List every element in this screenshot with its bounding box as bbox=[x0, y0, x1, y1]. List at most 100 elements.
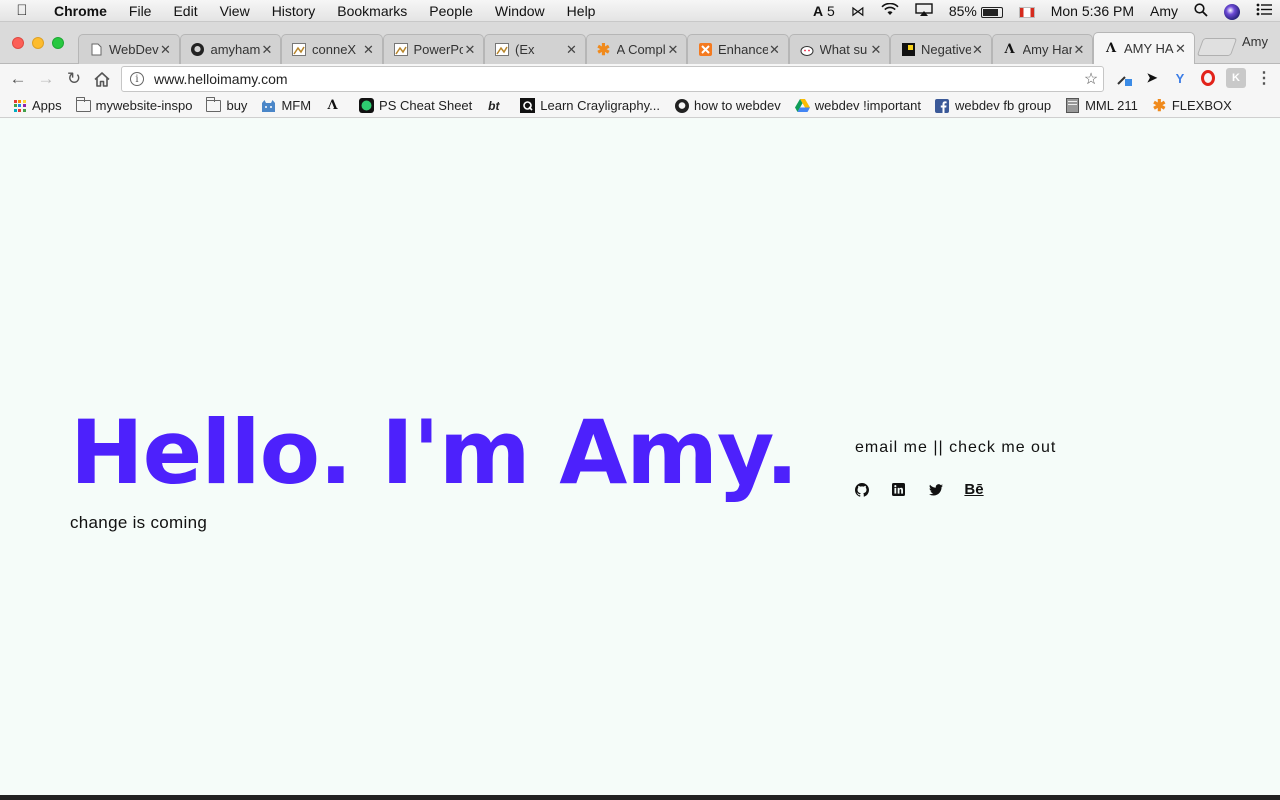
menu-bookmarks[interactable]: Bookmarks bbox=[326, 3, 418, 19]
tab[interactable]: amyham ✕ bbox=[179, 34, 281, 64]
tab[interactable]: WebDev ✕ bbox=[78, 34, 180, 64]
tab[interactable]: conneX ✕ bbox=[281, 34, 383, 64]
menu-app-name[interactable]: Chrome bbox=[44, 3, 118, 19]
window-bottom-edge bbox=[0, 795, 1280, 800]
tab[interactable]: Enhance ✕ bbox=[687, 34, 789, 64]
battery-status[interactable]: 85% bbox=[941, 3, 1011, 19]
opera-extension-icon[interactable] bbox=[1198, 68, 1218, 88]
home-icon[interactable] bbox=[88, 66, 116, 92]
bookmark-star-icon[interactable]: ☆ bbox=[1079, 69, 1103, 89]
k-extension-icon[interactable]: K bbox=[1226, 68, 1246, 88]
tab-close-icon[interactable]: ✕ bbox=[869, 42, 883, 58]
bookmark-item[interactable]: PS Cheat Sheet bbox=[359, 98, 472, 113]
extensions-area: ➤ Y K ⋮ bbox=[1114, 68, 1274, 88]
window-minimize-button[interactable] bbox=[32, 37, 44, 49]
new-tab-button[interactable] bbox=[1196, 38, 1238, 56]
bird-extension-icon[interactable]: ➤ bbox=[1142, 68, 1162, 88]
address-bar[interactable]: i www.helloimamy.com ☆ bbox=[121, 66, 1104, 92]
adobe-status[interactable]: A 5 bbox=[805, 3, 843, 19]
bookmark-label: Apps bbox=[32, 98, 62, 113]
menubar-user[interactable]: Amy bbox=[1142, 3, 1186, 19]
bookmark-item[interactable]: webdev !important bbox=[794, 98, 921, 113]
reload-icon[interactable]: ↻ bbox=[60, 66, 88, 92]
site-info-icon[interactable]: i bbox=[130, 72, 144, 86]
menu-view[interactable]: View bbox=[209, 3, 261, 19]
image-icon bbox=[495, 43, 509, 57]
bookmark-item[interactable]: mywebsite-inspo bbox=[75, 96, 192, 113]
tab-active[interactable]: Λ AMY HA ✕ bbox=[1093, 32, 1195, 64]
tab[interactable]: ✱ A Compl ✕ bbox=[585, 34, 687, 64]
notification-center-icon[interactable] bbox=[1248, 3, 1280, 19]
tab-close-icon[interactable]: ✕ bbox=[971, 42, 985, 58]
wifi-icon[interactable] bbox=[873, 2, 907, 19]
apple-menu-icon[interactable]:  bbox=[0, 2, 44, 19]
menu-edit[interactable]: Edit bbox=[162, 3, 208, 19]
tab[interactable]: Negative ✕ bbox=[890, 34, 992, 64]
browser-toolbar: ← → ↻ i www.helloimamy.com ☆ ➤ Y K ⋮ bbox=[0, 64, 1280, 94]
airplay-icon[interactable] bbox=[907, 2, 941, 20]
tab-close-icon[interactable]: ✕ bbox=[463, 42, 477, 58]
bookmark-item[interactable]: Learn Crayligraphy... bbox=[520, 98, 660, 113]
tab-title: What su bbox=[819, 42, 868, 57]
color-picker-extension-icon[interactable] bbox=[1114, 68, 1134, 88]
tab-close-icon[interactable]: ✕ bbox=[768, 42, 782, 58]
email-me-link[interactable]: email me bbox=[855, 439, 928, 456]
battery-percent: 85% bbox=[948, 3, 977, 19]
bookmark-label: FLEXBOX bbox=[1171, 98, 1232, 113]
tab-close-icon[interactable]: ✕ bbox=[1072, 42, 1086, 58]
chrome-menu-icon[interactable]: ⋮ bbox=[1254, 68, 1274, 88]
menu-help[interactable]: Help bbox=[556, 3, 607, 19]
window-close-button[interactable] bbox=[12, 37, 24, 49]
bookmark-item[interactable]: bt bbox=[486, 98, 506, 113]
profile-button[interactable]: Amy bbox=[1242, 34, 1268, 49]
y-extension-icon[interactable]: Y bbox=[1170, 68, 1190, 88]
doc-icon bbox=[1065, 98, 1080, 113]
a-logo-icon: Λ bbox=[327, 98, 338, 113]
bookmark-item[interactable]: buy bbox=[206, 96, 247, 113]
tab[interactable]: What su ✕ bbox=[788, 34, 890, 64]
twitter-icon[interactable] bbox=[927, 481, 944, 498]
tab[interactable]: (Ex ✕ bbox=[484, 34, 586, 64]
bluetooth-icon[interactable]: ⋈ bbox=[843, 3, 873, 20]
flag-icon[interactable] bbox=[1011, 3, 1043, 19]
tab-close-icon[interactable]: ✕ bbox=[362, 42, 376, 58]
github-icon[interactable] bbox=[853, 481, 870, 498]
page-subtitle: change is coming bbox=[70, 513, 208, 532]
bookmark-item[interactable]: MML 211 bbox=[1065, 98, 1138, 113]
bookmark-item[interactable]: Λ bbox=[325, 98, 345, 113]
bookmark-item[interactable]: MFM bbox=[261, 98, 311, 113]
forward-arrow-icon[interactable]: → bbox=[32, 66, 60, 92]
tab[interactable]: Λ Amy Har ✕ bbox=[991, 34, 1093, 64]
bookmark-item[interactable]: webdev fb group bbox=[935, 98, 1051, 113]
menubar-clock[interactable]: Mon 5:36 PM bbox=[1043, 3, 1142, 19]
bookmark-item[interactable]: how to webdev bbox=[674, 98, 781, 113]
siri-icon[interactable] bbox=[1216, 2, 1248, 20]
a-logo-icon: Λ bbox=[1004, 42, 1015, 57]
menu-file[interactable]: File bbox=[118, 3, 163, 19]
check-me-out-link[interactable]: check me out bbox=[949, 439, 1056, 456]
tab-title: amyham bbox=[210, 42, 261, 57]
tab-close-icon[interactable]: ✕ bbox=[159, 42, 173, 58]
menu-people[interactable]: People bbox=[418, 3, 484, 19]
bookmark-label: PS Cheat Sheet bbox=[379, 98, 473, 113]
tab-close-icon[interactable]: ✕ bbox=[666, 42, 680, 58]
linkedin-icon[interactable] bbox=[890, 481, 907, 498]
tab-close-icon[interactable]: ✕ bbox=[260, 42, 274, 58]
tab-list: WebDev ✕ amyham ✕ conneX ✕ PowerPo ✕ (Ex ✕ ✱ A Comp… bbox=[78, 32, 1195, 64]
link-separator: || bbox=[933, 439, 944, 456]
bookmark-item[interactable]: ✱ FLEXBOX bbox=[1152, 98, 1232, 115]
tab[interactable]: PowerPo ✕ bbox=[382, 34, 484, 64]
bookmark-item[interactable]: Apps bbox=[12, 98, 62, 113]
tab-close-icon[interactable]: ✕ bbox=[1174, 41, 1188, 57]
menubar-status-area: A 5 ⋈ 85% Mon 5:36 PM Amy bbox=[805, 0, 1280, 22]
tab-close-icon[interactable]: ✕ bbox=[565, 42, 579, 58]
back-arrow-icon[interactable]: ← bbox=[4, 66, 32, 92]
tab-title: WebDev bbox=[109, 42, 159, 57]
address-bar-url[interactable]: www.helloimamy.com bbox=[154, 71, 1079, 87]
menu-history[interactable]: History bbox=[261, 3, 327, 19]
window-controls bbox=[12, 37, 64, 49]
window-maximize-button[interactable] bbox=[52, 37, 64, 49]
behance-icon[interactable]: Bē bbox=[964, 481, 984, 498]
menu-window[interactable]: Window bbox=[484, 3, 556, 19]
spotlight-search-icon[interactable] bbox=[1186, 2, 1216, 20]
